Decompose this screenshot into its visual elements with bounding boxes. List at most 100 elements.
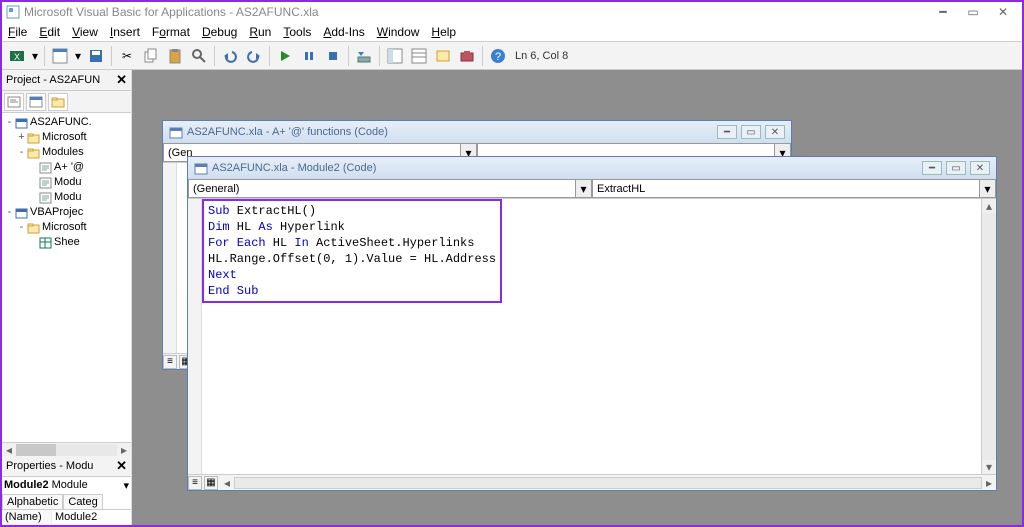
menu-window[interactable]: Window — [377, 25, 420, 39]
hscrollbar[interactable] — [234, 477, 982, 489]
menu-file[interactable]: File — [8, 25, 27, 39]
procedure-dropdown[interactable] — [592, 179, 980, 198]
dropdown-icon[interactable]: ▾ — [73, 45, 83, 67]
close-icon[interactable]: ✕ — [765, 125, 785, 139]
dropdown-icon[interactable]: ▾ — [123, 479, 129, 492]
tree-item[interactable]: +Microsoft — [4, 130, 129, 145]
scroll-right-icon[interactable]: ▸ — [982, 476, 996, 490]
vba-app-icon — [6, 5, 20, 19]
toggle-folders-icon[interactable] — [48, 93, 68, 111]
minimize-icon[interactable]: ━ — [922, 161, 942, 175]
tree-item-label: Modules — [42, 145, 84, 160]
help-icon[interactable]: ? — [487, 45, 509, 67]
menu-edit[interactable]: Edit — [39, 25, 60, 39]
dropdown-icon[interactable]: ▾ — [30, 45, 40, 67]
toolbox-icon[interactable] — [456, 45, 478, 67]
menu-format[interactable]: Format — [152, 25, 190, 39]
properties-header: Properties - Modu ✕ — [2, 456, 131, 477]
code-window-titlebar[interactable]: AS2AFUNC.xla - A+ '@' functions (Code) ━… — [163, 121, 791, 143]
window-icon — [169, 125, 183, 139]
object-browser-icon[interactable] — [432, 45, 454, 67]
cut-icon[interactable]: ✂ — [116, 45, 138, 67]
insert-userform-icon[interactable] — [49, 45, 71, 67]
reset-icon[interactable] — [322, 45, 344, 67]
menu-help[interactable]: Help — [431, 25, 456, 39]
minimize-icon[interactable]: ━ — [717, 125, 737, 139]
maximize-button[interactable]: ▭ — [958, 3, 988, 21]
view-object-icon[interactable] — [26, 93, 46, 111]
close-panel-icon[interactable]: ✕ — [116, 72, 127, 88]
maximize-icon[interactable]: ▭ — [741, 125, 761, 139]
folder-icon — [27, 132, 40, 144]
undo-icon[interactable] — [219, 45, 241, 67]
property-value[interactable]: Module2 — [52, 510, 100, 524]
module-icon — [39, 192, 52, 204]
code-window-titlebar[interactable]: AS2AFUNC.xla - Module2 (Code) ━ ▭ ✕ — [188, 157, 996, 179]
tree-item-label: Modu — [54, 190, 82, 205]
folder-icon — [27, 222, 40, 234]
mdi-area: AS2AFUNC.xla - A+ '@' functions (Code) ━… — [132, 70, 1022, 525]
vba-icon — [15, 117, 28, 129]
tree-item[interactable]: -Modules — [4, 145, 129, 160]
procedure-view-icon[interactable]: ≡ — [188, 476, 202, 490]
tab-categorized[interactable]: Categ — [63, 494, 102, 509]
property-row[interactable]: (Name) Module2 — [2, 510, 131, 525]
minimize-button[interactable]: ━ — [928, 3, 958, 21]
tree-hscrollbar[interactable]: ◂▸ — [2, 442, 131, 456]
tab-alphabetic[interactable]: Alphabetic — [2, 494, 63, 509]
run-icon[interactable] — [274, 45, 296, 67]
menu-insert[interactable]: Insert — [110, 25, 140, 39]
tree-item-label: Microsoft — [42, 220, 87, 235]
maximize-icon[interactable]: ▭ — [946, 161, 966, 175]
svg-text:?: ? — [495, 51, 501, 63]
menu-run[interactable]: Run — [249, 25, 271, 39]
menu-view[interactable]: View — [72, 25, 98, 39]
tree-item[interactable]: -VBAProjec — [4, 205, 129, 220]
close-button[interactable]: ✕ — [988, 3, 1018, 21]
menu-addins[interactable]: Add-Ins — [323, 25, 364, 39]
menubar: File Edit View Insert Format Debug Run T… — [2, 22, 1022, 42]
paste-icon[interactable] — [164, 45, 186, 67]
close-panel-icon[interactable]: ✕ — [116, 458, 127, 474]
menu-debug[interactable]: Debug — [202, 25, 237, 39]
copy-icon[interactable] — [140, 45, 162, 67]
scroll-left-icon[interactable]: ◂ — [220, 476, 234, 490]
cursor-position: Ln 6, Col 8 — [515, 50, 568, 62]
tree-item-label: Shee — [54, 235, 80, 250]
tree-item[interactable]: Modu — [4, 175, 129, 190]
chevron-down-icon[interactable]: ▾ — [980, 179, 996, 198]
chevron-down-icon[interactable]: ▾ — [576, 179, 592, 198]
toolbar: X ▾ ▾ ✂ ? Ln 6, Col 8 — [2, 42, 1022, 70]
tree-item-label: A+ '@ — [54, 160, 84, 175]
project-explorer-icon[interactable] — [384, 45, 406, 67]
tree-item[interactable]: A+ '@ — [4, 160, 129, 175]
vscrollbar[interactable]: ▴▾ — [981, 199, 996, 474]
save-icon[interactable] — [85, 45, 107, 67]
view-code-icon[interactable] — [4, 93, 24, 111]
svg-text:X: X — [14, 52, 20, 62]
tree-item[interactable]: Modu — [4, 190, 129, 205]
tree-item-label: AS2AFUNC. — [30, 115, 92, 130]
view-excel-icon[interactable]: X — [6, 45, 28, 67]
close-icon[interactable]: ✕ — [970, 161, 990, 175]
tree-item[interactable]: Shee — [4, 235, 129, 250]
redo-icon[interactable] — [243, 45, 265, 67]
tree-item[interactable]: -Microsoft — [4, 220, 129, 235]
code-editor[interactable]: Sub ExtractHL() Dim HL As Hyperlink For … — [202, 199, 981, 474]
tree-item-label: Microsoft — [42, 130, 87, 145]
procedure-view-icon[interactable]: ≡ — [163, 355, 177, 369]
break-icon[interactable] — [298, 45, 320, 67]
code-window-title: AS2AFUNC.xla - A+ '@' functions (Code) — [187, 126, 388, 138]
tree-item-label: Modu — [54, 175, 82, 190]
full-module-view-icon[interactable]: ▦ — [204, 476, 218, 490]
object-dropdown[interactable] — [188, 179, 576, 198]
menu-tools[interactable]: Tools — [283, 25, 311, 39]
code-window-front[interactable]: AS2AFUNC.xla - Module2 (Code) ━ ▭ ✕ ▾ ▾ … — [187, 156, 997, 491]
design-mode-icon[interactable] — [353, 45, 375, 67]
find-icon[interactable] — [188, 45, 210, 67]
properties-title: Properties - Modu — [6, 460, 93, 472]
properties-window-icon[interactable] — [408, 45, 430, 67]
project-tree[interactable]: -AS2AFUNC.+Microsoft-ModulesA+ '@ModuMod… — [2, 113, 131, 442]
tree-item-label: VBAProjec — [30, 205, 83, 220]
tree-item[interactable]: -AS2AFUNC. — [4, 115, 129, 130]
